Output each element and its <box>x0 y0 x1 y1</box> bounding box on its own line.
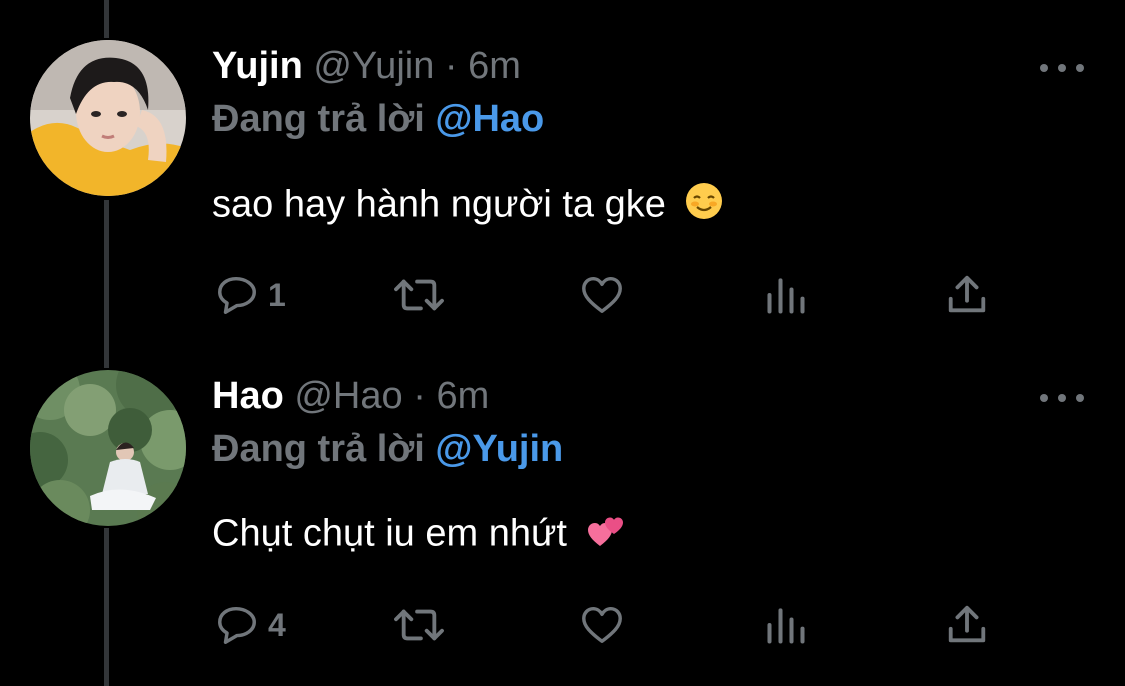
tweet-text: Chụt chụt iu em nhứt <box>212 510 626 561</box>
tweet-text-content: Chụt chụt iu em nhứt <box>212 512 567 555</box>
tweet-text-content: sao hay hành người ta gke <box>212 183 666 226</box>
reply-button[interactable]: 1 <box>214 270 286 320</box>
like-button[interactable] <box>578 270 626 320</box>
tweet-actions: 1 <box>212 270 1012 320</box>
mention-link[interactable]: @Yujin <box>435 428 563 470</box>
display-name[interactable]: Hao <box>212 375 284 417</box>
heart-icon <box>582 276 622 314</box>
display-name[interactable]: Yujin <box>212 45 303 87</box>
tweet-actions: 4 <box>212 600 1012 650</box>
reply-icon <box>218 276 256 314</box>
smiling-face-emoji <box>684 181 724 232</box>
like-button[interactable] <box>578 600 626 650</box>
more-icon[interactable] <box>1040 386 1084 410</box>
timestamp[interactable]: 6m <box>468 45 521 87</box>
replying-label: Đang trả lời <box>212 428 425 470</box>
retweet-button[interactable] <box>392 270 446 320</box>
analytics-icon <box>767 278 805 314</box>
retweet-button[interactable] <box>392 600 446 650</box>
separator-dot: · <box>444 45 458 87</box>
handle[interactable]: @Hao <box>294 375 402 417</box>
share-icon <box>948 605 986 643</box>
timestamp[interactable]: 6m <box>436 375 489 417</box>
reply-button[interactable]: 4 <box>214 600 286 650</box>
replying-to: Đang trả lời @Hao <box>212 97 544 141</box>
analytics-icon <box>767 608 805 644</box>
reply-count: 4 <box>268 606 286 643</box>
tweet[interactable]: Yujin @Yujin · 6m Đang trả lời @Hao sao … <box>0 0 1125 330</box>
separator-dot: · <box>413 375 426 417</box>
tweet-text: sao hay hành người ta gke <box>212 181 724 232</box>
retweet-icon <box>394 609 444 641</box>
share-icon <box>948 275 986 313</box>
replying-to: Đang trả lời @Yujin <box>212 427 563 471</box>
analytics-button[interactable] <box>764 270 808 320</box>
share-button[interactable] <box>944 600 990 650</box>
tweet-header: Yujin @Yujin · 6m <box>212 44 521 88</box>
replying-label: Đang trả lời <box>212 98 425 140</box>
avatar[interactable] <box>30 40 186 196</box>
retweet-icon <box>394 279 444 311</box>
tweet[interactable]: Hao @Hao · 6m Đang trả lời @Yujin Chụt c… <box>0 330 1125 660</box>
heart-icon <box>582 606 622 644</box>
more-icon[interactable] <box>1040 56 1084 80</box>
mention-link[interactable]: @Hao <box>435 98 544 140</box>
avatar[interactable] <box>30 370 186 526</box>
two-hearts-emoji <box>586 510 626 561</box>
reply-icon <box>218 606 256 644</box>
reply-count: 1 <box>268 276 286 313</box>
tweet-header: Hao @Hao · 6m <box>212 374 489 418</box>
analytics-button[interactable] <box>764 600 808 650</box>
handle[interactable]: @Yujin <box>313 45 434 87</box>
share-button[interactable] <box>944 270 990 320</box>
